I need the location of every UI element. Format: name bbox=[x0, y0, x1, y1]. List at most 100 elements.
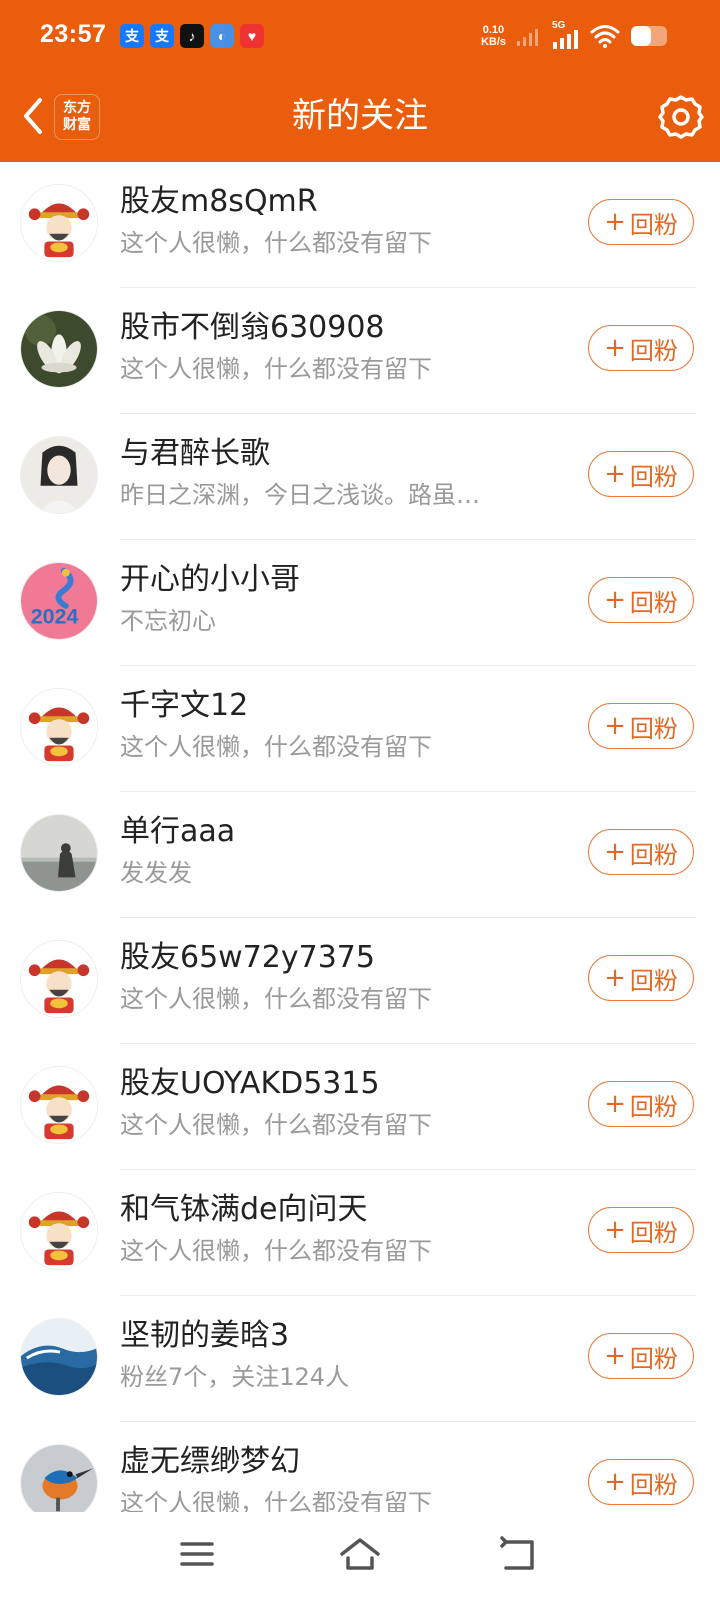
home-icon[interactable] bbox=[336, 1534, 384, 1574]
follow-back-button[interactable]: + 回粉 bbox=[588, 1333, 694, 1379]
list-item[interactable]: 股友65w72y7375 这个人很懒，什么都没有留下 + 回粉 bbox=[0, 918, 720, 1044]
follow-back-label: 回粉 bbox=[629, 714, 678, 743]
user-bio: 这个人很懒，什么都没有留下 bbox=[120, 1111, 432, 1139]
plus-icon: + bbox=[604, 207, 626, 237]
avatar[interactable] bbox=[20, 814, 98, 892]
user-bio: 粉丝7个，关注124人 bbox=[120, 1363, 350, 1391]
user-name[interactable]: 单行aaa bbox=[120, 812, 235, 852]
user-name[interactable]: 和气钵满de向问天 bbox=[120, 1190, 368, 1230]
avatar[interactable] bbox=[20, 940, 98, 1018]
user-name[interactable]: 股市不倒翁630908 bbox=[120, 308, 385, 348]
avatar[interactable] bbox=[20, 436, 98, 514]
follow-back-label: 回粉 bbox=[629, 210, 678, 239]
signal-5g-icon: 5G bbox=[552, 20, 580, 50]
list-item[interactable]: 坚韧的姜晗3 粉丝7个，关注124人 + 回粉 bbox=[0, 1296, 720, 1422]
follow-back-label: 回粉 bbox=[629, 1218, 678, 1247]
list-item[interactable]: 千字文12 这个人很懒，什么都没有留下 + 回粉 bbox=[0, 666, 720, 792]
status-right: 0.10 KB/s 5G bbox=[481, 20, 670, 52]
avatar[interactable] bbox=[20, 184, 98, 262]
alipay-icon: 支 bbox=[150, 24, 174, 48]
follow-back-label: 回粉 bbox=[629, 1470, 678, 1499]
follow-back-button[interactable]: + 回粉 bbox=[588, 451, 694, 497]
follow-back-button[interactable]: + 回粉 bbox=[588, 829, 694, 875]
heart-app-icon: ♥ bbox=[240, 24, 264, 48]
plus-icon: + bbox=[604, 1467, 626, 1497]
user-bio: 发发发 bbox=[120, 859, 192, 887]
avatar[interactable] bbox=[20, 688, 98, 766]
user-name[interactable]: 股友m8sQmR bbox=[120, 182, 318, 222]
follow-back-button[interactable]: + 回粉 bbox=[588, 199, 694, 245]
plus-icon: + bbox=[604, 963, 626, 993]
gear-icon[interactable] bbox=[656, 92, 706, 142]
follow-back-label: 回粉 bbox=[629, 588, 678, 617]
battery-icon bbox=[631, 26, 667, 46]
plus-icon: + bbox=[604, 711, 626, 741]
follow-back-label: 回粉 bbox=[629, 1092, 678, 1121]
header-bar: 23:57 支 支 ♪ ◐ ♥ 0.10 KB/s 5G 东方 财富 新的关注 bbox=[0, 0, 720, 162]
user-bio: 不忘初心 bbox=[120, 607, 216, 635]
list-item[interactable]: 股友m8sQmR 这个人很懒，什么都没有留下 + 回粉 bbox=[0, 162, 720, 288]
user-bio: 这个人很懒，什么都没有留下 bbox=[120, 1489, 432, 1512]
follow-back-button[interactable]: + 回粉 bbox=[588, 1081, 694, 1127]
app-icon: ◐ bbox=[210, 24, 234, 48]
plus-icon: + bbox=[604, 1341, 626, 1371]
user-bio: 这个人很懒，什么都没有留下 bbox=[120, 1237, 432, 1265]
follow-back-button[interactable]: + 回粉 bbox=[588, 325, 694, 371]
user-bio: 这个人很懒，什么都没有留下 bbox=[120, 733, 432, 761]
system-nav-bar bbox=[0, 1512, 720, 1600]
user-name[interactable]: 虚无缥缈梦幻 bbox=[120, 1442, 300, 1482]
user-bio: 这个人很懒，什么都没有留下 bbox=[120, 985, 432, 1013]
user-name[interactable]: 千字文12 bbox=[120, 686, 248, 726]
page-title: 新的关注 bbox=[292, 96, 428, 136]
avatar[interactable] bbox=[20, 1066, 98, 1144]
plus-icon: + bbox=[604, 1215, 626, 1245]
follow-back-label: 回粉 bbox=[629, 1344, 678, 1373]
plus-icon: + bbox=[604, 585, 626, 615]
avatar[interactable] bbox=[20, 310, 98, 388]
svg-text:2024: 2024 bbox=[31, 604, 79, 628]
user-bio: 这个人很懒，什么都没有留下 bbox=[120, 229, 432, 257]
follower-list[interactable]: 股友m8sQmR 这个人很懒，什么都没有留下 + 回粉 股市不倒翁630908 这个人很懒… bbox=[0, 162, 720, 1512]
follow-back-button[interactable]: + 回粉 bbox=[588, 1459, 694, 1505]
list-item[interactable]: 虚无缥缈梦幻这个人很懒，什么都没有留下 + 回粉 bbox=[0, 1422, 720, 1512]
plus-icon: + bbox=[604, 333, 626, 363]
follow-back-button[interactable]: + 回粉 bbox=[588, 1207, 694, 1253]
avatar[interactable] bbox=[20, 1444, 98, 1512]
list-item[interactable]: 单行aaa 发发发 + 回粉 bbox=[0, 792, 720, 918]
follow-back-label: 回粉 bbox=[629, 462, 678, 491]
net-speed: 0.10 KB/s bbox=[481, 24, 506, 48]
user-name[interactable]: 与君醉长歌 bbox=[120, 434, 270, 474]
user-name[interactable]: 股友UOYAKD5315 bbox=[120, 1064, 380, 1104]
follow-back-label: 回粉 bbox=[629, 840, 678, 869]
follow-back-button[interactable]: + 回粉 bbox=[588, 955, 694, 1001]
user-bio: 这个人很懒，什么都没有留下 bbox=[120, 355, 432, 383]
list-item[interactable]: 2024 开心的小小哥不忘初心 + 回粉 bbox=[0, 540, 720, 666]
wifi-icon bbox=[590, 25, 620, 48]
back-icon[interactable] bbox=[496, 1534, 544, 1574]
nav-bar: 东方 财富 新的关注 bbox=[0, 72, 720, 162]
list-item[interactable]: 股市不倒翁630908 这个人很懒，什么都没有留下 + 回粉 bbox=[0, 288, 720, 414]
user-name[interactable]: 坚韧的姜晗3 bbox=[120, 1316, 289, 1356]
menu-icon[interactable] bbox=[174, 1534, 222, 1574]
list-item[interactable]: 和气钵满de向问天这个人很懒，什么都没有留下 + 回粉 bbox=[0, 1170, 720, 1296]
avatar[interactable] bbox=[20, 1192, 98, 1270]
plus-icon: + bbox=[604, 1089, 626, 1119]
alipay-icon: 支 bbox=[120, 24, 144, 48]
status-time: 23:57 bbox=[40, 20, 107, 48]
net-speed-value: 0.10 bbox=[482, 24, 505, 36]
status-bar: 23:57 支 支 ♪ ◐ ♥ 0.10 KB/s 5G bbox=[0, 0, 720, 72]
follow-back-label: 回粉 bbox=[629, 966, 678, 995]
plus-icon: + bbox=[604, 459, 626, 489]
user-name[interactable]: 股友65w72y7375 bbox=[120, 938, 375, 978]
follow-back-button[interactable]: + 回粉 bbox=[588, 577, 694, 623]
notification-icons: 支 支 ♪ ◐ ♥ bbox=[120, 24, 264, 48]
list-item[interactable]: 与君醉长歌昨日之深渊，今日之浅谈。路虽… + 回粉 bbox=[0, 414, 720, 540]
avatar[interactable] bbox=[20, 1318, 98, 1396]
follow-back-button[interactable]: + 回粉 bbox=[588, 703, 694, 749]
list-item[interactable]: 股友UOYAKD5315 这个人很懒，什么都没有留下 + 回粉 bbox=[0, 1044, 720, 1170]
net-speed-unit: KB/s bbox=[480, 36, 506, 48]
user-name[interactable]: 开心的小小哥 bbox=[120, 560, 300, 600]
user-bio: 昨日之深渊，今日之浅谈。路虽… bbox=[120, 481, 480, 509]
avatar[interactable]: 2024 bbox=[20, 562, 98, 640]
follow-back-label: 回粉 bbox=[629, 336, 678, 365]
